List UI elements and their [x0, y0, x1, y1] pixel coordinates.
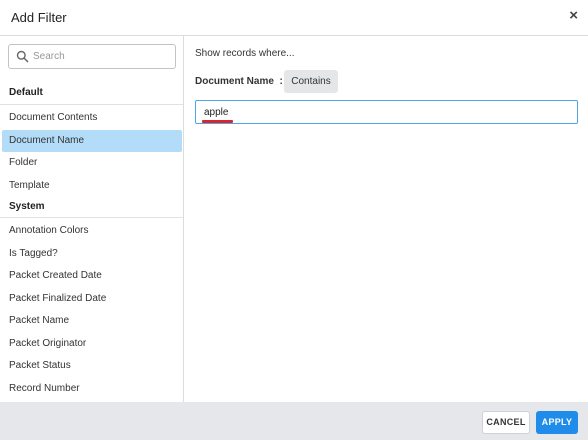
filter-field-label: Document Name : — [195, 76, 283, 87]
group-header-system: System — [9, 201, 45, 212]
field-item-annotation-colors[interactable]: Annotation Colors — [2, 220, 182, 242]
dialog-footer: CANCEL APPLY — [0, 402, 588, 440]
cancel-button[interactable]: CANCEL — [482, 411, 530, 434]
filter-value-input[interactable] — [204, 105, 564, 120]
filter-prompt: Show records where... — [195, 48, 295, 59]
field-item-packet-status[interactable]: Packet Status — [2, 355, 182, 377]
field-item-packet-originator[interactable]: Packet Originator — [2, 333, 182, 355]
search-icon — [16, 50, 29, 63]
field-item-packet-name[interactable]: Packet Name — [2, 310, 182, 332]
field-item-template[interactable]: Template — [2, 175, 182, 197]
close-icon[interactable]: × — [569, 8, 578, 24]
field-separator: : — [279, 76, 283, 87]
field-item-packet-created-date[interactable]: Packet Created Date — [2, 265, 182, 287]
operator-dropdown[interactable]: Contains — [284, 70, 338, 93]
field-item-record-number[interactable]: Record Number — [2, 378, 182, 400]
apply-button[interactable]: APPLY — [536, 411, 578, 434]
filter-value-field[interactable] — [195, 100, 578, 124]
dialog-header: Add Filter × — [0, 0, 588, 36]
field-item-packet-finalized-date[interactable]: Packet Finalized Date — [2, 288, 182, 310]
dialog-title: Add Filter — [11, 10, 67, 25]
search-input[interactable] — [33, 48, 171, 65]
field-item-is-tagged[interactable]: Is Tagged? — [2, 243, 182, 265]
filter-editor: Show records where... Document Name : Co… — [185, 36, 588, 402]
search-box[interactable] — [8, 44, 176, 69]
field-list-panel: Default Document Contents Document Name … — [0, 36, 184, 402]
divider — [0, 104, 183, 105]
group-header-default: Default — [9, 87, 43, 98]
field-name: Document Name — [195, 76, 274, 87]
field-item-document-contents[interactable]: Document Contents — [2, 107, 182, 129]
field-item-folder[interactable]: Folder — [2, 152, 182, 174]
spellcheck-underline — [202, 120, 233, 123]
field-item-document-name[interactable]: Document Name — [2, 130, 182, 152]
divider — [0, 217, 183, 218]
